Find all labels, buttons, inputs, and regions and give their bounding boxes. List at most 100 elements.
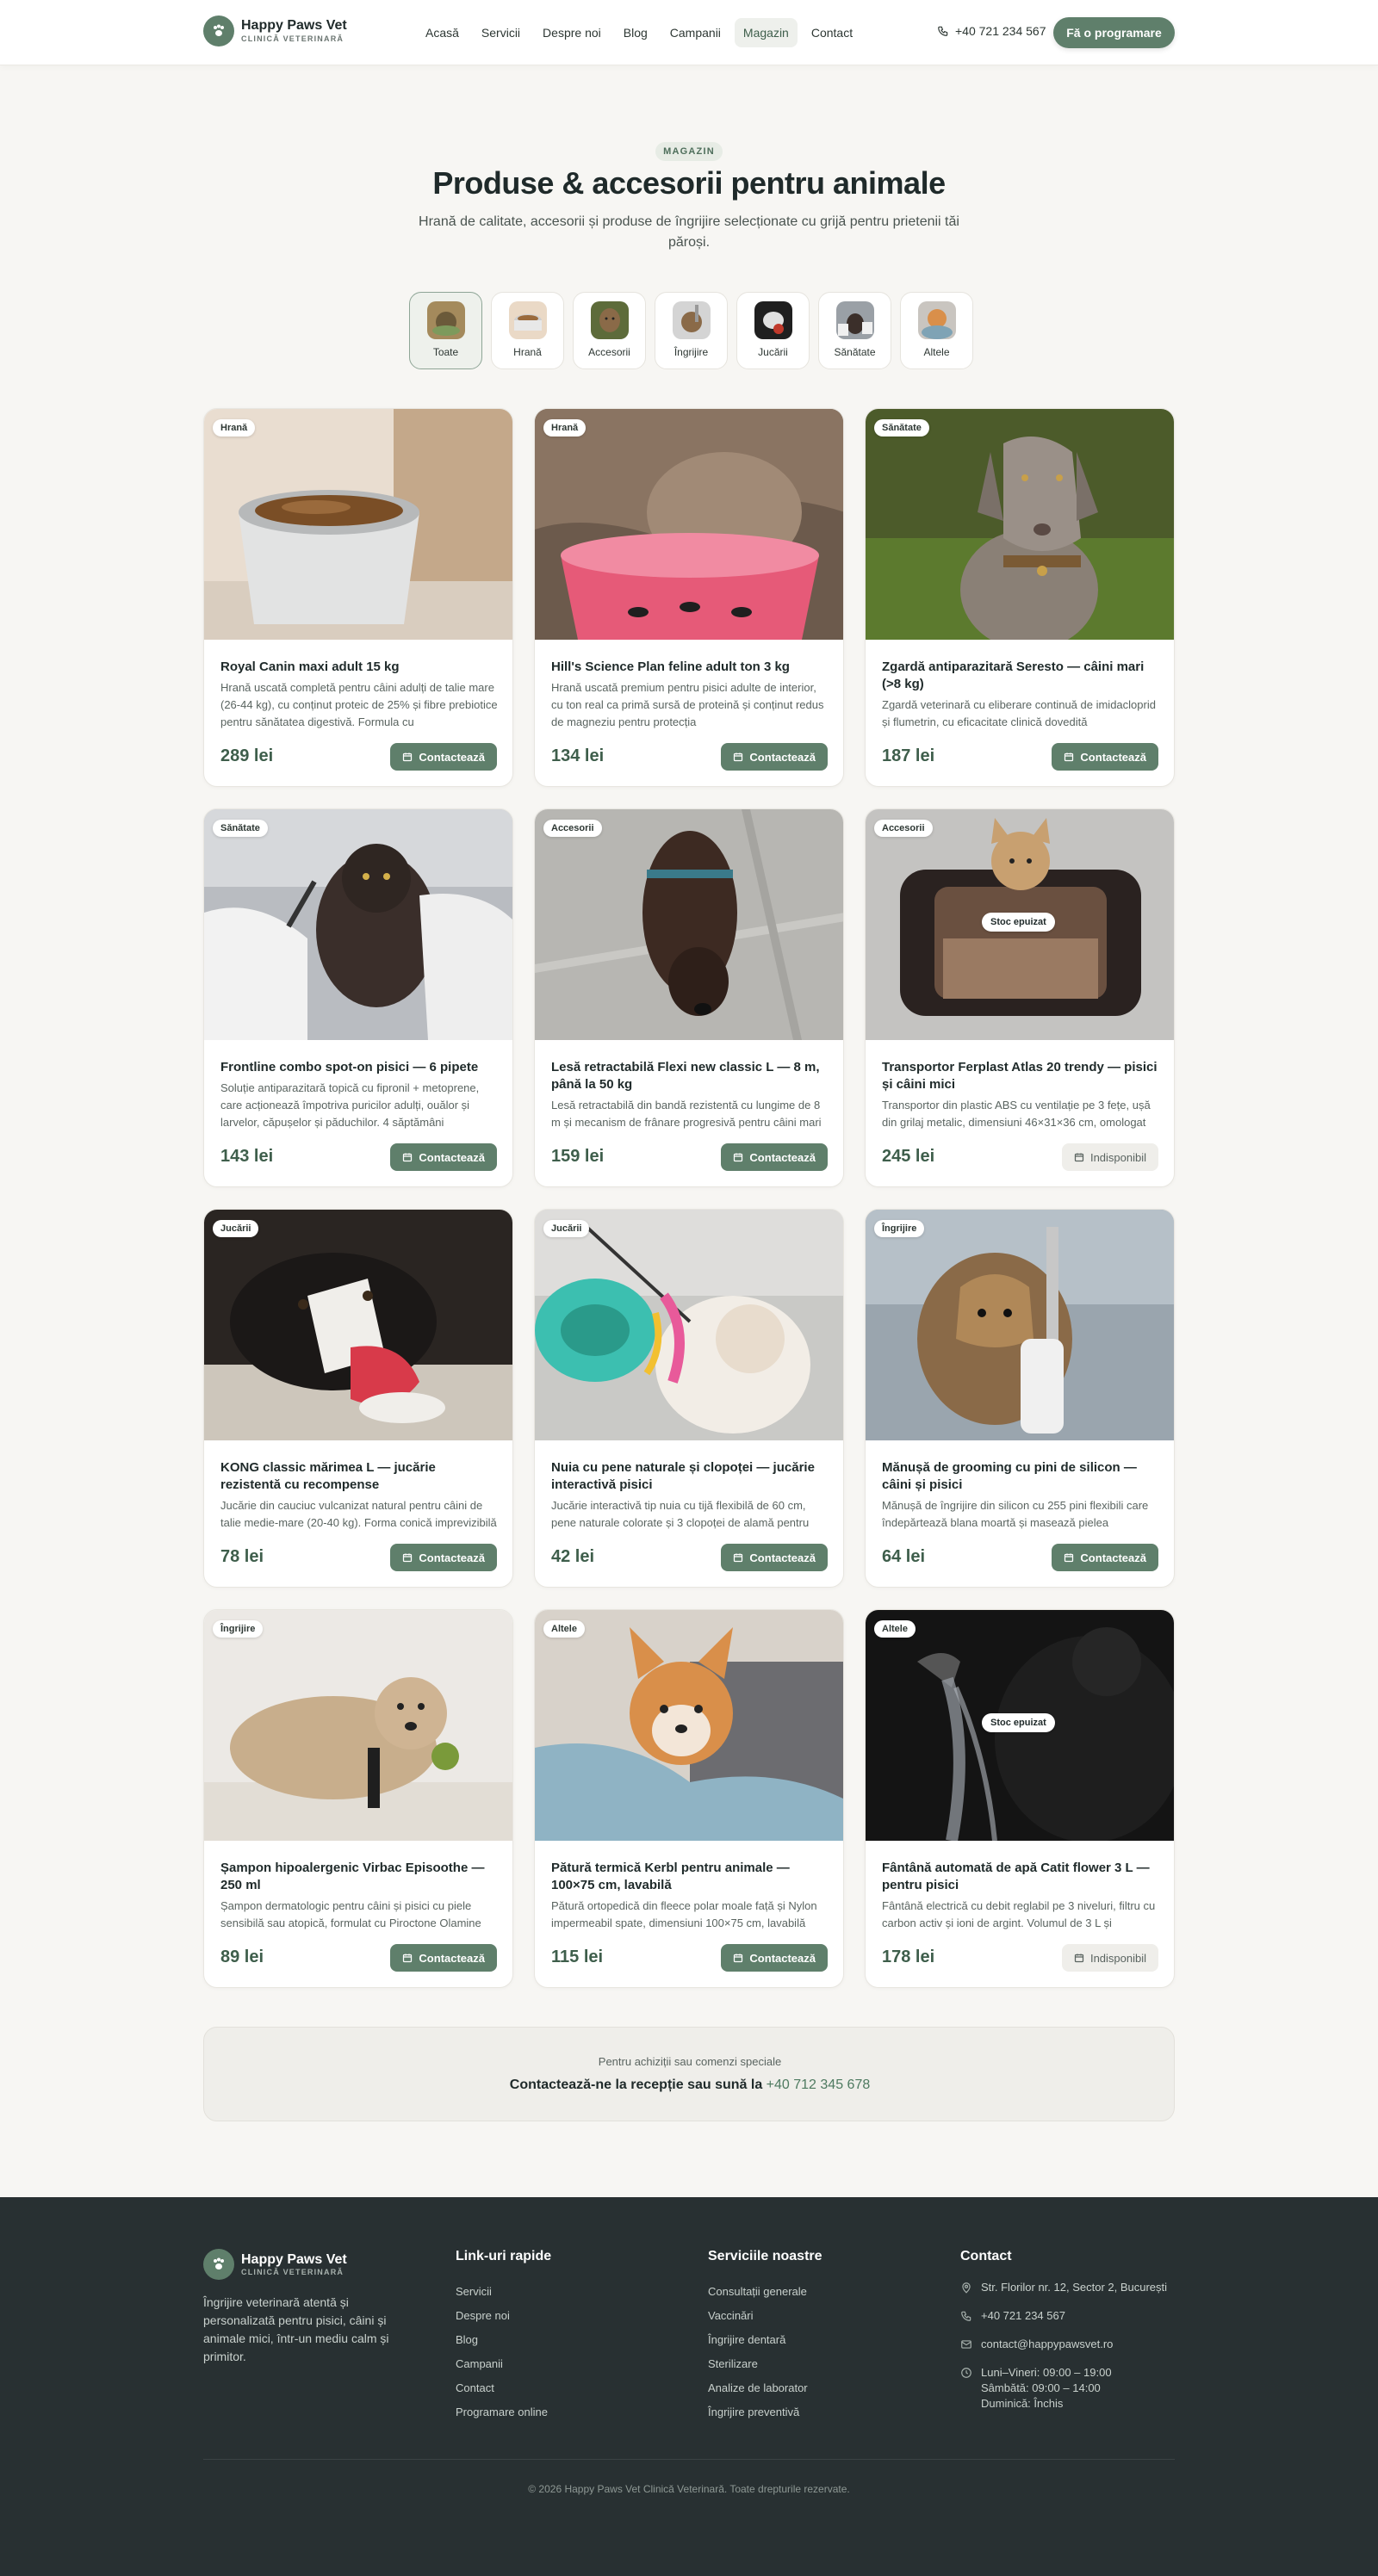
category-health[interactable]: Sănătate: [818, 292, 891, 369]
footer-link[interactable]: Blog: [456, 2328, 551, 2352]
footer-links-heading: Link-uri rapide: [456, 2249, 552, 2263]
page-title: Produse & accesorii pentru animale: [432, 165, 946, 201]
product-card[interactable]: Hrană Hill's Science Plan feline adult t…: [534, 408, 844, 787]
calendar-icon: [734, 1954, 743, 1963]
footer-service-link[interactable]: Consultații generale: [708, 2280, 822, 2304]
product-card[interactable]: Accesorii Lesă retractabilă Flexi new cl…: [534, 808, 844, 1187]
nav-campaigns[interactable]: Campanii: [661, 18, 729, 47]
footer-phone[interactable]: +40 721 234 567: [960, 2308, 1176, 2326]
category-accessories[interactable]: Accesorii: [573, 292, 646, 369]
product-title: Royal Canin maxi adult 15 kg: [220, 659, 400, 674]
footer-link[interactable]: Servicii: [456, 2280, 551, 2304]
footer-service-link[interactable]: Îngrijire dentară: [708, 2328, 822, 2352]
category-accessories-thumbnail: [590, 301, 629, 339]
special-orders-phone-link[interactable]: +40 712 345 678: [767, 2078, 871, 2092]
nav-shop[interactable]: Magazin: [734, 18, 798, 47]
contact-button[interactable]: Contactează: [721, 743, 828, 771]
footer-service-link[interactable]: Îngrijire preventivă: [708, 2400, 822, 2424]
product-card[interactable]: Jucării KONG classic mărimea L — jucărie…: [203, 1209, 513, 1588]
nav-about[interactable]: Despre noi: [534, 18, 610, 47]
mail-icon: [960, 2337, 972, 2355]
calendar-icon: [1074, 1954, 1084, 1963]
contact-button[interactable]: Contactează: [390, 743, 497, 771]
contact-button-label: Contactează: [1080, 1551, 1146, 1564]
contact-button[interactable]: Contactează: [390, 1544, 497, 1571]
category-all[interactable]: Toate: [409, 292, 482, 369]
product-image: [535, 1210, 843, 1440]
contact-button-label: Contactează: [749, 750, 816, 764]
footer-email[interactable]: contact@happypawsvet.ro: [960, 2337, 1176, 2355]
contact-button[interactable]: Contactează: [390, 1143, 497, 1171]
product-image: [204, 409, 512, 640]
footer-service-link[interactable]: Vaccinări: [708, 2304, 822, 2328]
footer-service-link[interactable]: Analize de laborator: [708, 2376, 822, 2400]
footer-hours-saturday: Sâmbătă: 09:00 – 14:00: [981, 2381, 1101, 2394]
product-description: Hrană uscată completă pentru câini adulț…: [220, 681, 498, 728]
category-all-thumbnail: [426, 301, 465, 339]
footer-quick-links: Link-uri rapide Servicii Despre noi Blog…: [456, 2249, 551, 2424]
calendar-icon: [403, 752, 413, 762]
calendar-icon: [1065, 752, 1074, 762]
product-price: 245 lei: [882, 1147, 935, 1166]
product-title: Nuia cu pene naturale și clopoței — jucă…: [551, 1460, 815, 1492]
product-description: Fântână electrică cu debit reglabil pe 3…: [882, 1899, 1156, 1929]
footer-service-link[interactable]: Sterilizare: [708, 2352, 822, 2376]
contact-button[interactable]: Contactează: [1052, 1544, 1158, 1571]
product-card[interactable]: Altele Pătură termică Kerbl pentru anima…: [534, 1609, 844, 1988]
product-category-badge: Sănătate: [213, 820, 268, 837]
contact-button[interactable]: Contactează: [721, 1544, 828, 1571]
unavailable-button-label: Indisponibil: [1089, 1951, 1146, 1965]
product-price: 134 lei: [551, 746, 605, 765]
product-title: Transportor Ferplast Atlas 20 trendy — p…: [882, 1060, 1158, 1092]
brand-tagline: CLINICĂ VETERINARĂ: [241, 34, 344, 43]
category-grooming[interactable]: Îngrijire: [655, 292, 728, 369]
calendar-icon: [403, 1553, 413, 1563]
product-category-badge: Îngrijire: [874, 1220, 925, 1237]
nav-contact[interactable]: Contact: [803, 18, 861, 47]
product-card[interactable]: Sănătate Zgardă antiparazitară Seresto —…: [865, 408, 1175, 787]
nav-blog[interactable]: Blog: [615, 18, 656, 47]
product-card[interactable]: Îngrijire Șampon hipoalergenic Virbac Ep…: [203, 1609, 513, 1988]
footer-link[interactable]: Programare online: [456, 2400, 551, 2424]
product-card[interactable]: Jucării Nuia cu pene naturale și clopoțe…: [534, 1209, 844, 1588]
brand-logo[interactable]: Happy Paws Vet CLINICĂ VETERINARĂ: [203, 15, 347, 46]
footer-link[interactable]: Despre noi: [456, 2304, 551, 2328]
footer-address: Str. Florilor nr. 12, Sector 2, Bucureșt…: [960, 2280, 1176, 2298]
product-card[interactable]: Altele Stoc epuizat Fântână automată de …: [865, 1609, 1175, 1988]
contact-button-label: Contactează: [419, 1150, 485, 1164]
contact-button-label: Contactează: [1080, 750, 1146, 764]
footer-link[interactable]: Campanii: [456, 2352, 551, 2376]
header-phone[interactable]: +40 721 234 567: [937, 24, 1046, 38]
footer-brand[interactable]: Happy Paws Vet CLINICĂ VETERINARĂ: [203, 2249, 347, 2280]
calendar-icon: [1065, 1553, 1074, 1563]
contact-button[interactable]: Contactează: [721, 1143, 828, 1171]
category-food[interactable]: Hrană: [491, 292, 564, 369]
product-card[interactable]: Accesorii Stoc epuizat Transportor Ferpl…: [865, 808, 1175, 1187]
contact-button[interactable]: Contactează: [721, 1944, 828, 1972]
footer-link[interactable]: Contact: [456, 2376, 551, 2400]
nav-home[interactable]: Acasă: [417, 18, 468, 47]
nav-services[interactable]: Servicii: [473, 18, 529, 47]
category-toys[interactable]: Jucării: [736, 292, 810, 369]
contact-button[interactable]: Contactează: [1052, 743, 1158, 771]
category-label: Toate: [432, 346, 459, 358]
contact-button-label: Contactează: [419, 1551, 485, 1564]
footer-brand-name: Happy Paws Vet: [241, 2252, 347, 2267]
page-subtitle: Hrană de calitate, accesorii și produse …: [419, 214, 959, 250]
footer-about: Îngrijire veterinară atentă și personali…: [203, 2295, 389, 2363]
product-category-badge: Îngrijire: [213, 1620, 264, 1638]
unavailable-button: Indisponibil: [1061, 1944, 1158, 1972]
contact-button[interactable]: Contactează: [390, 1944, 497, 1972]
product-card[interactable]: Hrană Royal Canin maxi adult 15 kg Hrană…: [203, 408, 513, 787]
category-health-thumbnail: [835, 301, 874, 339]
product-image: [535, 809, 843, 1040]
product-title: Hill's Science Plan feline adult ton 3 k…: [551, 659, 790, 674]
contact-button-label: Contactează: [749, 1150, 816, 1164]
calendar-icon: [734, 1153, 743, 1162]
book-appointment-button[interactable]: Fă o programare: [1053, 17, 1175, 48]
product-card[interactable]: Sănătate Frontline combo spot-on pisici …: [203, 808, 513, 1187]
product-card[interactable]: Îngrijire Mănușă de grooming cu pini de …: [865, 1209, 1175, 1588]
product-category-badge: Altele: [874, 1620, 916, 1638]
product-title: Frontline combo spot-on pisici — 6 pipet…: [220, 1060, 479, 1074]
category-other[interactable]: Altele: [900, 292, 973, 369]
